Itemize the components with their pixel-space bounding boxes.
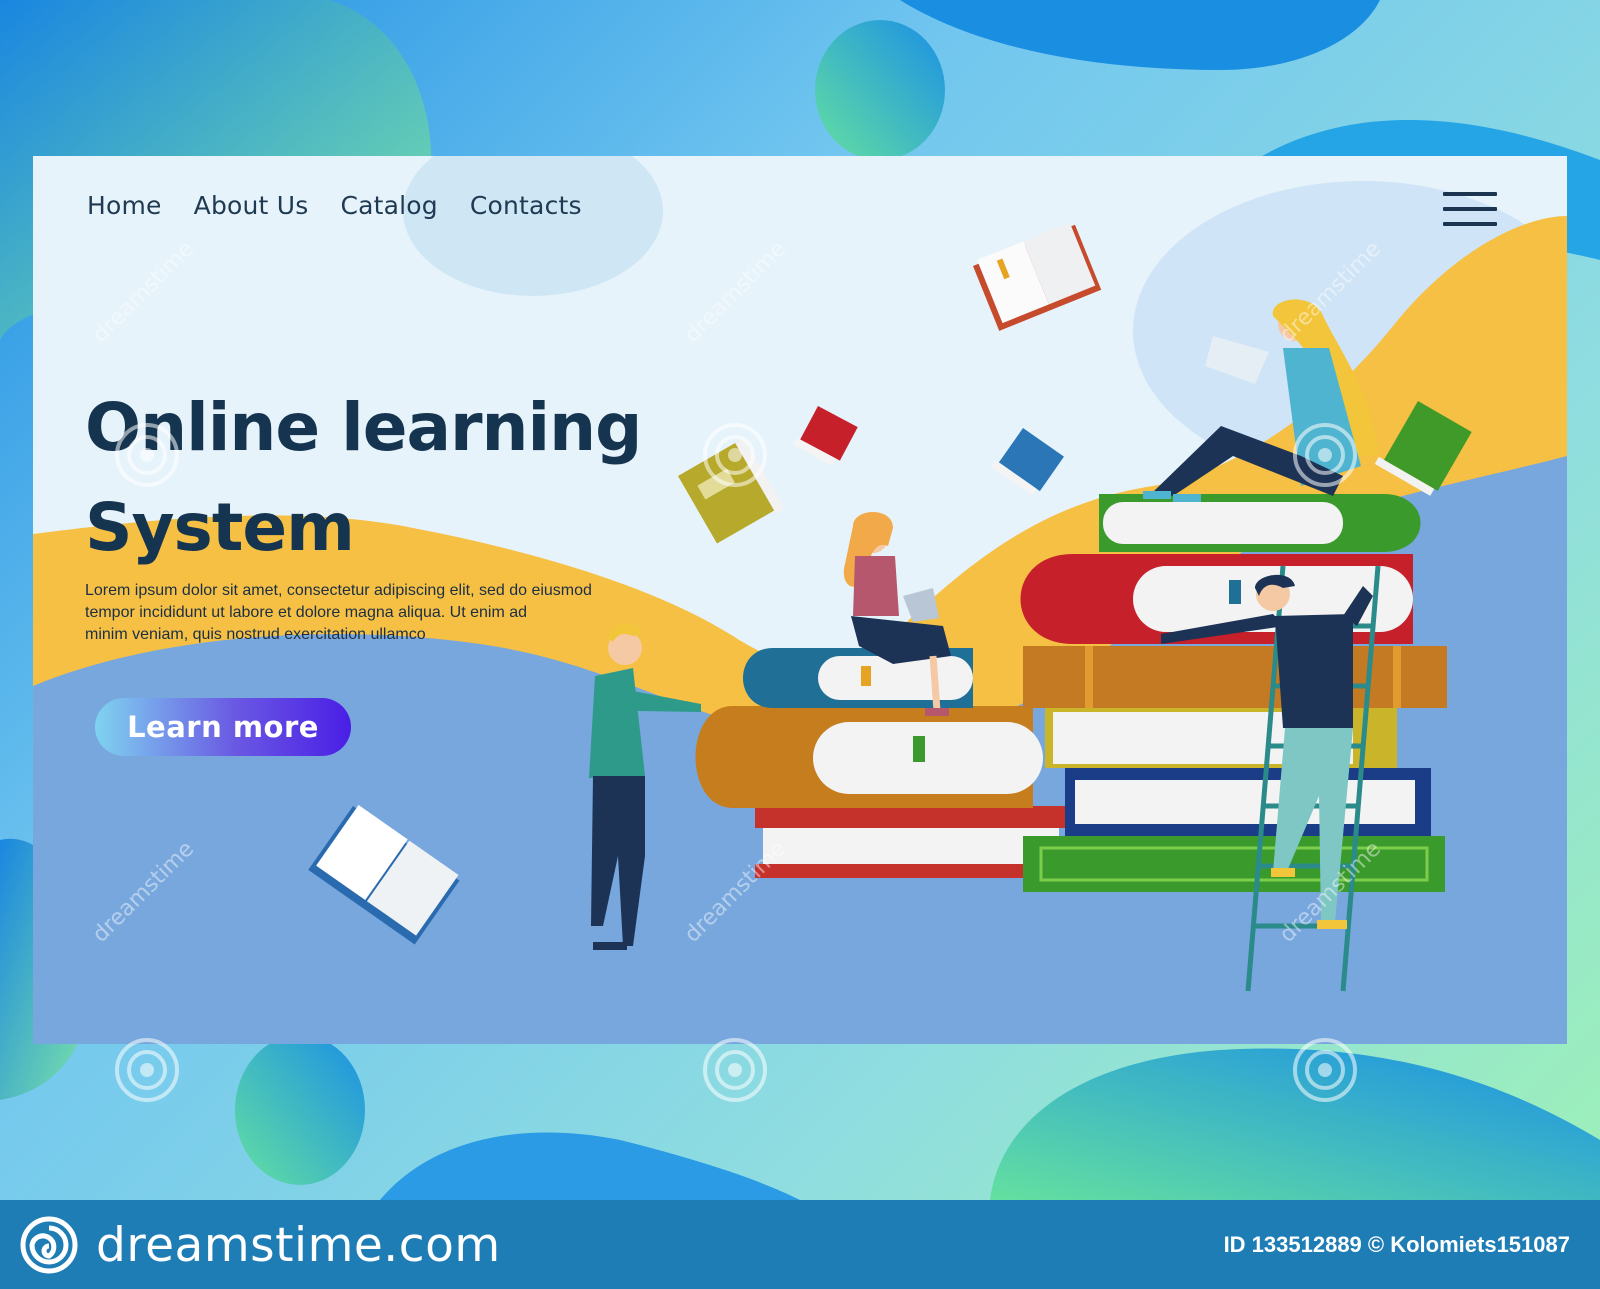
nav-contacts[interactable]: Contacts [470,191,582,220]
dreamstime-logo[interactable]: dreamstime.com [20,1216,501,1274]
nav-home[interactable]: Home [87,191,162,220]
hero-description: Lorem ipsum dolor sit amet, consectetur … [85,580,625,646]
dreamstime-logo-text: dreamstime.com [96,1217,501,1273]
flying-book-blue [991,428,1064,496]
hero-title-line1: Online learning [85,389,642,466]
dreamstime-spiral-logo-icon [20,1216,78,1274]
image-credit: ID 133512889 © Kolomiets151087 [1223,1232,1570,1257]
learn-more-button[interactable]: Learn more [95,698,351,756]
hero-description-line2: tempor incididunt ut labore et dolore ma… [85,604,528,621]
main-nav: Home About Us Catalog Contacts [87,191,582,220]
hamburger-bar-middle [1443,207,1497,211]
flying-book-red [792,406,858,466]
hamburger-bar-top [1443,192,1497,196]
nav-blob [403,156,663,296]
hero-description-line3: minim veniam, quis nostrud exercitation … [85,626,426,643]
hero-description-line1: Lorem ipsum dolor sit amet, consectetur … [85,582,592,599]
nav-catalog[interactable]: Catalog [340,191,437,220]
hamburger-icon[interactable] [1443,192,1497,226]
landing-page-card: Home About Us Catalog Contacts Online le… [33,156,1567,1044]
hero-title-line2: System [85,489,355,566]
hero-title: Online learning System [85,378,685,578]
flying-book-open-top [973,222,1102,331]
nav-about-us[interactable]: About Us [194,191,309,220]
stock-footer-bar: dreamstime.com ID 133512889 © Kolomiets1… [0,1200,1600,1289]
hamburger-bar-bottom [1443,222,1497,226]
flying-book-olive [678,438,785,544]
